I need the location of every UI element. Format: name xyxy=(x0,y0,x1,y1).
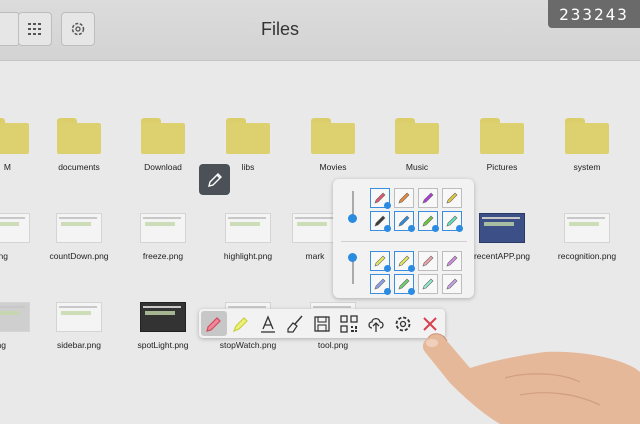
pointing-hand xyxy=(422,333,640,424)
